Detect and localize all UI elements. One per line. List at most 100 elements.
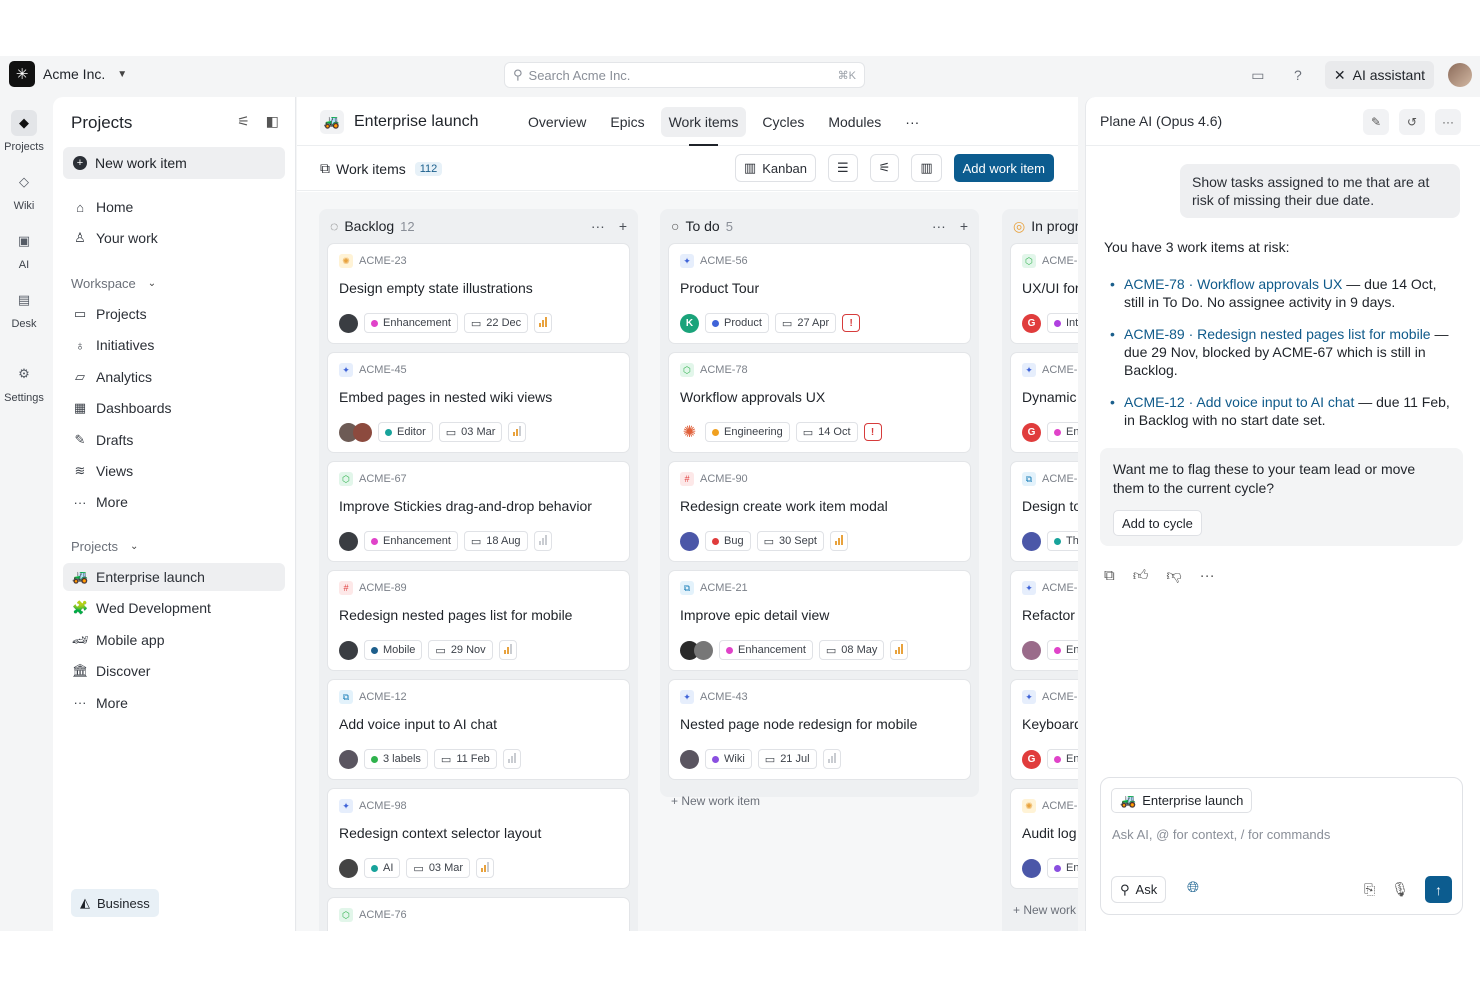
work-item-card[interactable]: ⬡ ACME-78 Workflow approvals UX ✺ Engineerin… — [668, 352, 971, 453]
rail-item-ai[interactable]: ▣ AI — [0, 228, 48, 271]
assignees[interactable] — [680, 640, 713, 660]
project-item-discover[interactable]: 🏛 Discover — [63, 657, 285, 685]
priority-low-icon[interactable] — [822, 749, 841, 769]
label-chip[interactable]: AI — [364, 858, 401, 878]
more-icon[interactable]: ··· — [591, 218, 605, 234]
tab-cycles[interactable]: Cycles — [754, 107, 812, 137]
project-item-enterprise-launch[interactable]: 🚜 Enterprise launch — [63, 563, 285, 591]
filter-sliders-icon[interactable]: ⚟ — [237, 113, 250, 130]
rail-item-wiki[interactable]: ◇ Wiki — [0, 169, 48, 212]
due-date-chip[interactable]: ▭ 11 Feb — [433, 749, 497, 769]
sidebar-item-dashboards[interactable]: ▦ Dashboards — [63, 394, 285, 422]
help-icon[interactable]: ? — [1285, 62, 1311, 88]
assignees[interactable] — [339, 640, 358, 660]
context-chip[interactable]: 🚜 Enterprise launch — [1111, 788, 1253, 813]
due-date-chip[interactable]: ▭ 03 Mar — [406, 858, 471, 878]
work-item-card[interactable]: ⧉ ACME- Design to Th — [1010, 461, 1078, 562]
assignees[interactable] — [1022, 640, 1041, 660]
project-title[interactable]: 🚜 Enterprise launch — [320, 110, 479, 134]
tab-overview[interactable]: Overview — [520, 107, 594, 137]
copy-icon[interactable]: ⧉ — [1104, 567, 1115, 585]
sidebar-item-your-work[interactable]: ♙ Your work — [63, 224, 285, 252]
work-item-card[interactable]: ✦ ACME-56 Product Tour K Product ▭ 27 Apr! — [668, 243, 971, 344]
project-item-wed-development[interactable]: 🧩 Wed Development — [63, 594, 285, 622]
work-item-card[interactable]: ⬡ ACME-76 — [327, 897, 630, 931]
label-chip[interactable]: Enhancement — [364, 531, 458, 551]
assignees[interactable] — [1022, 858, 1041, 878]
new-chat-icon[interactable]: ✎ — [1363, 109, 1389, 135]
priority-medium-icon[interactable] — [498, 640, 517, 660]
work-item-card[interactable]: ✦ ACME-98 Redesign context selector layout… — [327, 788, 630, 889]
work-item-card[interactable]: ✦ ACME-43 Nested page node redesign for mo… — [668, 679, 971, 780]
send-button[interactable]: ↑ — [1425, 876, 1452, 903]
assignees[interactable] — [339, 531, 358, 551]
label-chip[interactable]: Int — [1047, 313, 1078, 333]
work-item-card[interactable]: ⬡ ACME- UX/UI for G Int — [1010, 243, 1078, 344]
due-date-chip[interactable]: ▭ 27 Apr — [774, 313, 837, 333]
label-chip[interactable]: En — [1047, 858, 1078, 878]
new-work-item-link[interactable]: + New work — [1010, 897, 1078, 923]
new-work-item-button[interactable]: + New work item — [63, 147, 285, 179]
sidebar-item-initiatives[interactable]: ♁ Initiatives — [63, 331, 285, 359]
microphone-icon[interactable]: 🎙︎ — [1391, 881, 1409, 898]
urgent-priority-icon[interactable]: ! — [842, 314, 861, 332]
work-item-card[interactable]: # ACME-89 Redesign nested pages list for m… — [327, 570, 630, 671]
rail-item-desk[interactable]: ▤ Desk — [0, 287, 48, 330]
label-chip[interactable]: Bug — [705, 531, 751, 551]
sidebar-item-drafts[interactable]: ✎ Drafts — [63, 426, 285, 454]
project-item-mobile-app[interactable]: 🏎 Mobile app — [63, 626, 285, 654]
assignees[interactable]: G — [1022, 313, 1041, 333]
work-item-card[interactable]: ⧉ ACME-21 Improve epic detail view Enhancem… — [668, 570, 971, 671]
sidebar-item-analytics[interactable]: ▱ Analytics — [63, 363, 285, 391]
globe-icon[interactable]: 🌐︎ — [1183, 879, 1203, 899]
work-item-link[interactable]: ACME-12 · Add voice input to AI chat — [1124, 394, 1354, 410]
priority-low-icon[interactable] — [533, 531, 552, 551]
due-date-chip[interactable]: ▭ 18 Aug — [463, 531, 528, 551]
tab-work-items[interactable]: Work items — [660, 107, 747, 146]
due-date-chip[interactable]: ▭ 14 Oct — [795, 422, 858, 442]
add-work-item-button[interactable]: Add work item — [953, 154, 1054, 182]
plus-icon[interactable]: + — [960, 218, 968, 234]
sidebar-item-projects[interactable]: ▭ Projects — [63, 300, 285, 328]
analytics-button[interactable]: ▥ — [911, 154, 942, 182]
plan-badge[interactable]: ◭ Business — [71, 889, 159, 917]
workspace-section[interactable]: Workspace ⌄ — [71, 276, 156, 291]
ask-mode-button[interactable]: ⚲ Ask — [1111, 876, 1167, 903]
sidebar-item-views[interactable]: ≋ Views — [63, 457, 285, 485]
display-button[interactable]: ⚟ — [869, 154, 900, 182]
projects-section[interactable]: Projects ⌄ — [71, 539, 138, 554]
more-icon[interactable]: ··· — [1435, 109, 1461, 135]
label-chip[interactable]: Th — [1047, 531, 1078, 551]
assignees[interactable] — [339, 422, 372, 442]
priority-medium-icon[interactable] — [508, 422, 527, 442]
due-date-chip[interactable]: ▭ 03 Mar — [438, 422, 503, 442]
tab-modules[interactable]: Modules — [820, 107, 889, 137]
work-item-link[interactable]: ACME-89 · Redesign nested pages list for… — [1124, 326, 1431, 342]
due-date-chip[interactable]: ▭ 08 May — [818, 640, 885, 660]
tab-epics[interactable]: Epics — [602, 107, 652, 137]
work-item-card[interactable]: ✺ ACME- Audit log En — [1010, 788, 1078, 889]
layout-kanban-button[interactable]: ▥ Kanban — [734, 154, 817, 182]
label-chip[interactable]: Enhancement — [719, 640, 813, 660]
assignees[interactable]: K — [680, 313, 699, 333]
label-chip[interactable]: Engineering — [705, 422, 790, 442]
assignees[interactable] — [680, 531, 699, 551]
more-icon[interactable]: ··· — [932, 218, 946, 234]
attach-icon[interactable]: ⎘ — [1364, 881, 1375, 898]
add-to-cycle-button[interactable]: Add to cycle — [1113, 510, 1202, 536]
panel-toggle-icon[interactable]: ◧ — [266, 113, 279, 130]
search-input[interactable]: ⚲ Search Acme Inc. ⌘K — [504, 62, 865, 88]
ai-assistant-button[interactable]: ✕ AI assistant — [1324, 61, 1434, 89]
work-item-card[interactable]: ✦ ACME-45 Embed pages in nested wiki views… — [327, 352, 630, 453]
label-chip[interactable]: Product — [705, 313, 769, 333]
work-item-card[interactable]: ✦ ACME- Dynamic G En — [1010, 352, 1078, 453]
assignees[interactable] — [339, 313, 358, 333]
more-icon[interactable]: ··· — [1200, 567, 1215, 585]
workspace-switcher[interactable]: ✳ Acme Inc. ▼ — [9, 61, 127, 87]
assignees[interactable] — [339, 858, 358, 878]
filter-button[interactable]: ☰ — [828, 154, 858, 182]
work-item-card[interactable]: # ACME-90 Redesign create work item modal B… — [668, 461, 971, 562]
rail-item-projects[interactable]: ◆ Projects — [0, 110, 48, 153]
due-date-chip[interactable]: ▭ 29 Nov — [428, 640, 493, 660]
work-item-card[interactable]: ⬡ ACME-67 Improve Stickies drag-and-drop b… — [327, 461, 630, 562]
